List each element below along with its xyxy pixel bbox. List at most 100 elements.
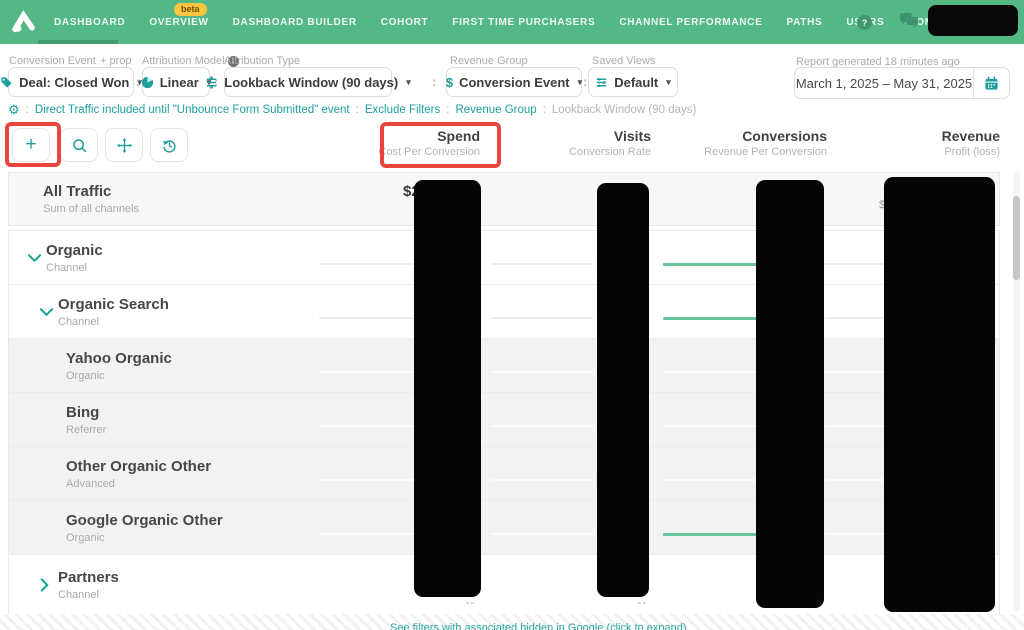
- conversions-sparkline: [663, 533, 757, 536]
- saved-views-label: Saved Views: [592, 55, 655, 67]
- spend-sparkline: [319, 479, 414, 481]
- spend-sparkline: [319, 317, 414, 319]
- date-range-picker[interactable]: March 1, 2025 – May 31, 2025: [794, 67, 1010, 99]
- revenue-sparkline: [825, 263, 892, 265]
- move-button[interactable]: [105, 128, 143, 162]
- row-title: Organic Search: [58, 296, 169, 313]
- row-subtitle: Referrer: [66, 424, 106, 436]
- top-nav: DASHBOARD OVERVIEW DASHBOARD BUILDER COH…: [0, 0, 1024, 44]
- attribution-type-dropdown[interactable]: Lookback Window (90 days) ▾: [224, 67, 392, 97]
- redacted-account-region: [928, 5, 1018, 36]
- separator: :: [446, 104, 449, 116]
- history-icon: [161, 137, 178, 154]
- channels-table: OrganicChannel Organic SearchChannel Yah…: [8, 230, 1000, 614]
- revenue-subtitle: Profit (loss): [830, 145, 1000, 160]
- table-row-other-organic-other[interactable]: Other Organic OtherAdvanced: [9, 447, 999, 501]
- revenue-group-link[interactable]: Revenue Group: [455, 104, 536, 116]
- saved-views-dropdown[interactable]: Default ▾: [588, 67, 678, 97]
- chevron-right-icon[interactable]: [40, 578, 49, 591]
- nav-item-cohort[interactable]: COHORT: [369, 0, 441, 44]
- table-row-organic[interactable]: OrganicChannel: [9, 231, 999, 285]
- hidden-filters-link[interactable]: See filters with associated hidden in Go…: [390, 622, 687, 630]
- row-title: Other Organic Other: [66, 458, 211, 475]
- saved-views-value: Default: [614, 75, 658, 90]
- visits-subtitle: Conversion Rate: [481, 145, 651, 160]
- conversions-sparkline: [663, 371, 757, 373]
- row-title: Partners: [58, 569, 119, 586]
- chevron-down-icon[interactable]: [40, 307, 53, 316]
- column-header-conversions[interactable]: Conversions Revenue Per Conversion: [657, 127, 827, 160]
- conversions-sparkline: [663, 479, 757, 481]
- gear-icon[interactable]: ⚙: [8, 102, 20, 118]
- row-title: Yahoo Organic: [66, 350, 172, 367]
- chevron-down-icon: ▾: [406, 77, 411, 88]
- calendar-button[interactable]: [973, 68, 1009, 98]
- nav-item-channel-performance[interactable]: CHANNEL PERFORMANCE: [607, 0, 774, 44]
- help-icon[interactable]: ?: [857, 15, 872, 30]
- search-icon: [71, 137, 88, 154]
- attribution-type-label: Attribution Type: [224, 55, 300, 67]
- lookback-window-text: Lookback Window (90 days): [552, 104, 696, 116]
- conversion-event-value: Deal: Closed Won: [19, 75, 129, 90]
- row-title: All Traffic: [43, 183, 139, 200]
- row-subtitle: Organic: [66, 370, 172, 382]
- visits-sparkline: [491, 425, 593, 427]
- visits-sparkline: [491, 479, 593, 481]
- nav-item-paths[interactable]: PATHS: [774, 0, 834, 44]
- row-subtitle: Organic: [66, 532, 223, 544]
- spend-sparkline: [319, 425, 414, 427]
- separator: :: [356, 104, 359, 116]
- filter-separator: :: [136, 74, 140, 89]
- row-subtitle: Channel: [58, 589, 119, 601]
- tag-icon: [0, 76, 13, 89]
- conversions-sparkline: [663, 425, 757, 427]
- table-row-google-organic-other[interactable]: Google Organic Other Organic: [9, 501, 999, 555]
- redacted-conversions-column: [756, 180, 824, 608]
- visits-sparkline: [491, 263, 593, 265]
- highlight-box-spend-header: [380, 122, 501, 168]
- revenue-sparkline: [825, 479, 892, 481]
- add-prop-link[interactable]: + prop: [100, 55, 132, 67]
- conversion-event-dropdown[interactable]: Deal: Closed Won ▾: [8, 67, 134, 97]
- column-header-visits[interactable]: Visits Conversion Rate: [481, 127, 651, 160]
- chevron-down-icon[interactable]: [28, 253, 41, 262]
- revenue-sparkline: [825, 371, 892, 373]
- all-traffic-row[interactable]: All Traffic Sum of all channels $2 $: [8, 172, 1000, 226]
- revenue-sparkline: [825, 533, 892, 535]
- history-button[interactable]: [150, 128, 188, 162]
- redacted-revenue-column: [884, 177, 995, 612]
- chat-icon[interactable]: [898, 12, 920, 31]
- exclude-filters-link[interactable]: Exclude Filters: [365, 104, 440, 116]
- scrollbar-thumb[interactable]: [1013, 196, 1020, 280]
- row-title: Organic: [46, 242, 103, 259]
- highlight-box-add-button: [5, 122, 61, 167]
- table-row-bing[interactable]: BingReferrer: [9, 393, 999, 447]
- table-row-yahoo-organic[interactable]: Yahoo Organic Organic: [9, 339, 999, 393]
- conversions-subtitle: Revenue Per Conversion: [657, 145, 827, 160]
- revenue-group-dropdown[interactable]: $ Conversion Event ▾: [446, 67, 582, 97]
- separator: :: [26, 104, 29, 116]
- app-logo-icon[interactable]: [10, 8, 37, 35]
- visits-sparkline: [491, 317, 593, 319]
- spend-sparkline: [319, 371, 414, 373]
- filter-separator: :: [583, 74, 587, 89]
- separator: :: [543, 104, 546, 116]
- nav-item-first-time-purchasers[interactable]: FIRST TIME PURCHASERS: [440, 0, 607, 44]
- redacted-visits-column: [597, 183, 649, 597]
- attribution-model-dropdown[interactable]: Linear ▾: [142, 67, 210, 97]
- nav-item-dashboard-builder[interactable]: DASHBOARD BUILDER: [221, 0, 369, 44]
- revenue-sparkline: [825, 317, 892, 319]
- table-row-organic-search[interactable]: Organic SearchChannel: [9, 285, 999, 339]
- saved-views-icon: [595, 76, 608, 89]
- column-header-revenue[interactable]: Revenue Profit (loss): [830, 127, 1000, 160]
- search-button[interactable]: [60, 128, 98, 162]
- spend-sparkline: [319, 533, 414, 535]
- direct-traffic-filter-link[interactable]: Direct Traffic included until "Unbounce …: [35, 104, 350, 116]
- all-traffic-name-block: All Traffic Sum of all channels: [43, 183, 139, 215]
- attribution-dashboard-page: DASHBOARD OVERVIEW DASHBOARD BUILDER COH…: [0, 0, 1024, 630]
- nav-item-dashboard[interactable]: DASHBOARD: [42, 0, 137, 44]
- dollar-icon: $: [446, 75, 453, 90]
- calendar-icon: [984, 76, 999, 91]
- table-row-partners[interactable]: PartnersChannel -- -- --: [9, 555, 999, 614]
- row-title: Google Organic Other: [66, 512, 223, 529]
